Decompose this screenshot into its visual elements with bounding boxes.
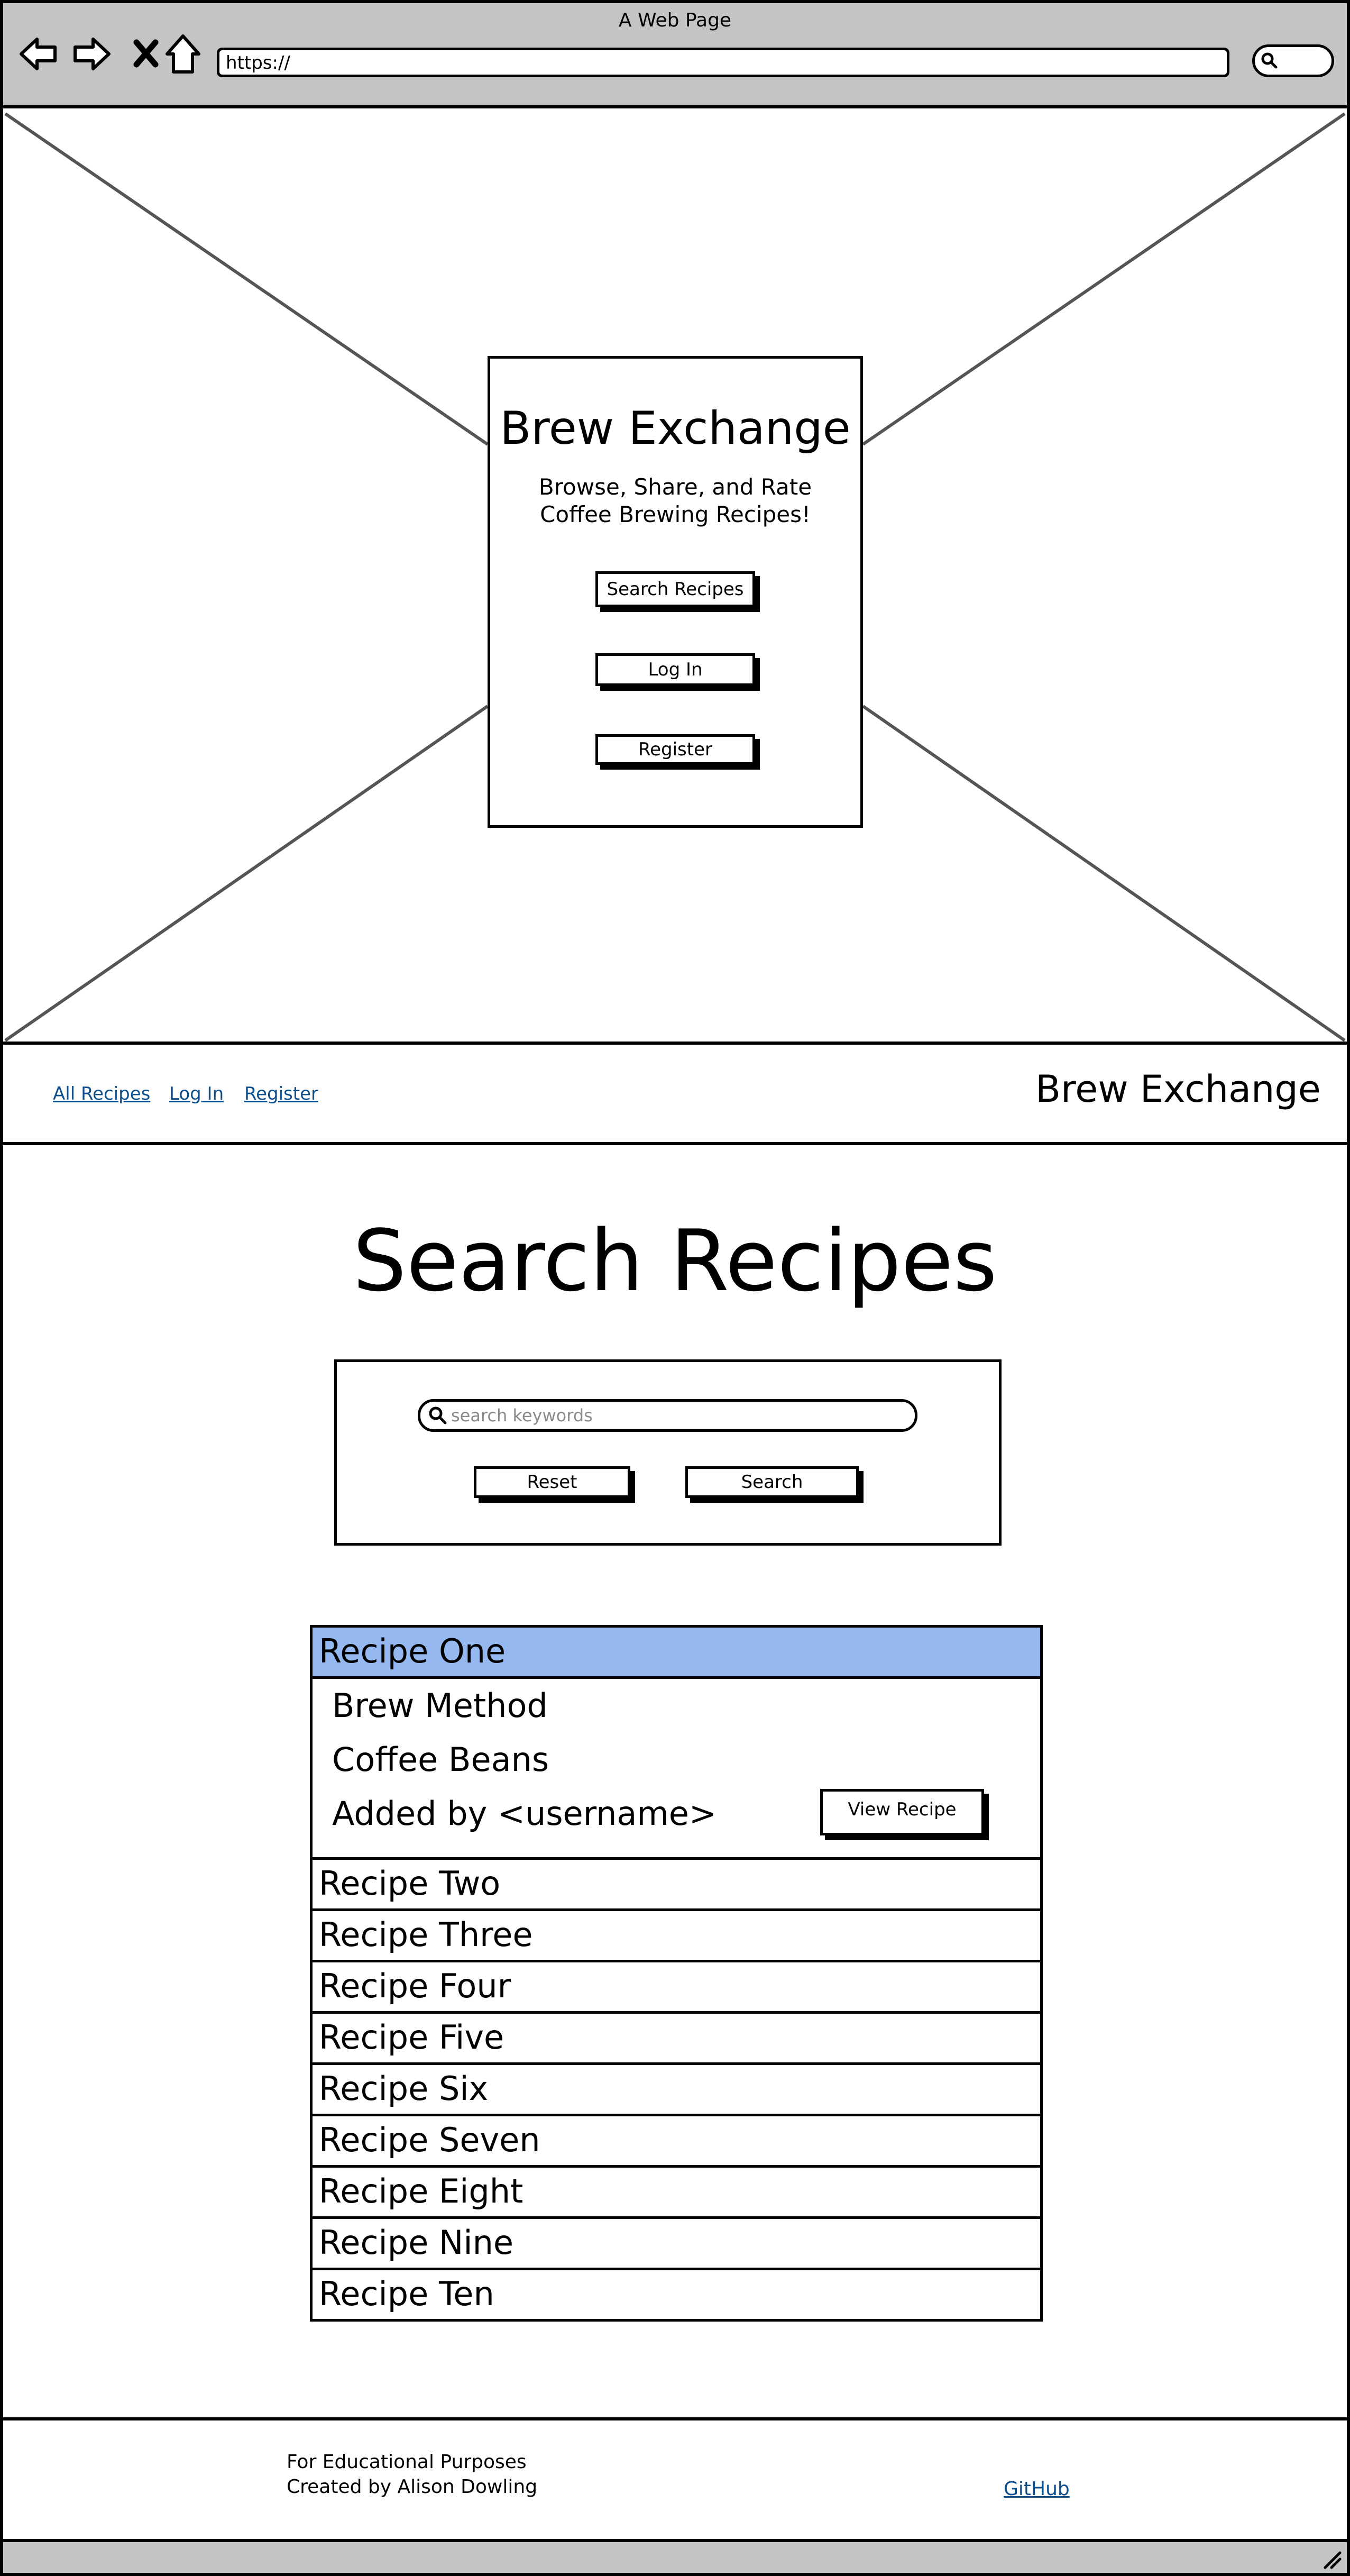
list-item[interactable]: Recipe Eight [310, 2165, 1043, 2219]
hero-title: Brew Exchange [500, 402, 851, 455]
search-recipes-button[interactable]: Search Recipes [595, 571, 755, 607]
hero-tagline: Browse, Share, and Rate Coffee Brewing R… [488, 473, 863, 528]
browser-search-field[interactable] [1252, 44, 1334, 77]
back-arrow-icon[interactable] [17, 33, 59, 75]
forward-arrow-icon[interactable] [71, 33, 113, 75]
list-item[interactable]: Recipe Ten [310, 2268, 1043, 2322]
github-link[interactable]: GitHub [1004, 2478, 1070, 2500]
list-item[interactable]: Recipe Nine [310, 2216, 1043, 2270]
hero-tagline-line2: Coffee Brewing Recipes! [540, 501, 811, 527]
coffee-beans-label: Coffee Beans [332, 1740, 549, 1779]
footer [0, 2417, 1350, 2550]
resize-grip-icon[interactable] [1322, 2550, 1343, 2571]
list-item[interactable]: Recipe Two [310, 1857, 1043, 1911]
stop-icon[interactable] [125, 33, 167, 75]
footer-credit: Created by Alison Dowling [287, 2476, 538, 2498]
footer-note: For Educational Purposes [287, 2451, 527, 2473]
recipe-list: Recipe One Brew Method Coffee Beans Adde… [310, 1625, 1043, 2322]
nav-link-register[interactable]: Register [244, 1083, 318, 1104]
reset-button[interactable]: Reset [474, 1466, 630, 1498]
home-icon[interactable] [162, 33, 204, 75]
login-button[interactable]: Log In [595, 653, 755, 686]
search-icon [429, 1406, 447, 1424]
url-bar[interactable]: https:// [217, 48, 1229, 77]
list-item[interactable]: Recipe Four [310, 1960, 1043, 2014]
window-title: A Web Page [618, 10, 732, 31]
list-item[interactable]: Recipe Five [310, 2011, 1043, 2065]
recipe-detail: Brew Method Coffee Beans Added by <usern… [310, 1679, 1043, 1860]
recipe-item-selected[interactable]: Recipe One [310, 1625, 1043, 1679]
hero-tagline-line1: Browse, Share, and Rate [538, 474, 812, 500]
search-panel [334, 1359, 1002, 1546]
list-item[interactable]: Recipe Seven [310, 2114, 1043, 2168]
nav-link-login[interactable]: Log In [169, 1083, 224, 1104]
list-item[interactable]: Recipe Three [310, 1908, 1043, 1962]
brand-logo[interactable]: Brew Exchange [1035, 1067, 1321, 1111]
added-by-label: Added by <username> [332, 1794, 717, 1833]
search-button[interactable]: Search [685, 1466, 859, 1498]
nav-link-all-recipes[interactable]: All Recipes [53, 1083, 150, 1104]
search-input[interactable]: search keywords [418, 1399, 917, 1432]
status-bar [0, 2539, 1350, 2576]
search-icon [1261, 52, 1278, 69]
list-item[interactable]: Recipe Six [310, 2062, 1043, 2116]
page-title: Search Recipes [353, 1211, 997, 1310]
view-recipe-button[interactable]: View Recipe [820, 1789, 984, 1835]
brew-method-label: Brew Method [332, 1686, 548, 1725]
register-button[interactable]: Register [595, 734, 755, 765]
